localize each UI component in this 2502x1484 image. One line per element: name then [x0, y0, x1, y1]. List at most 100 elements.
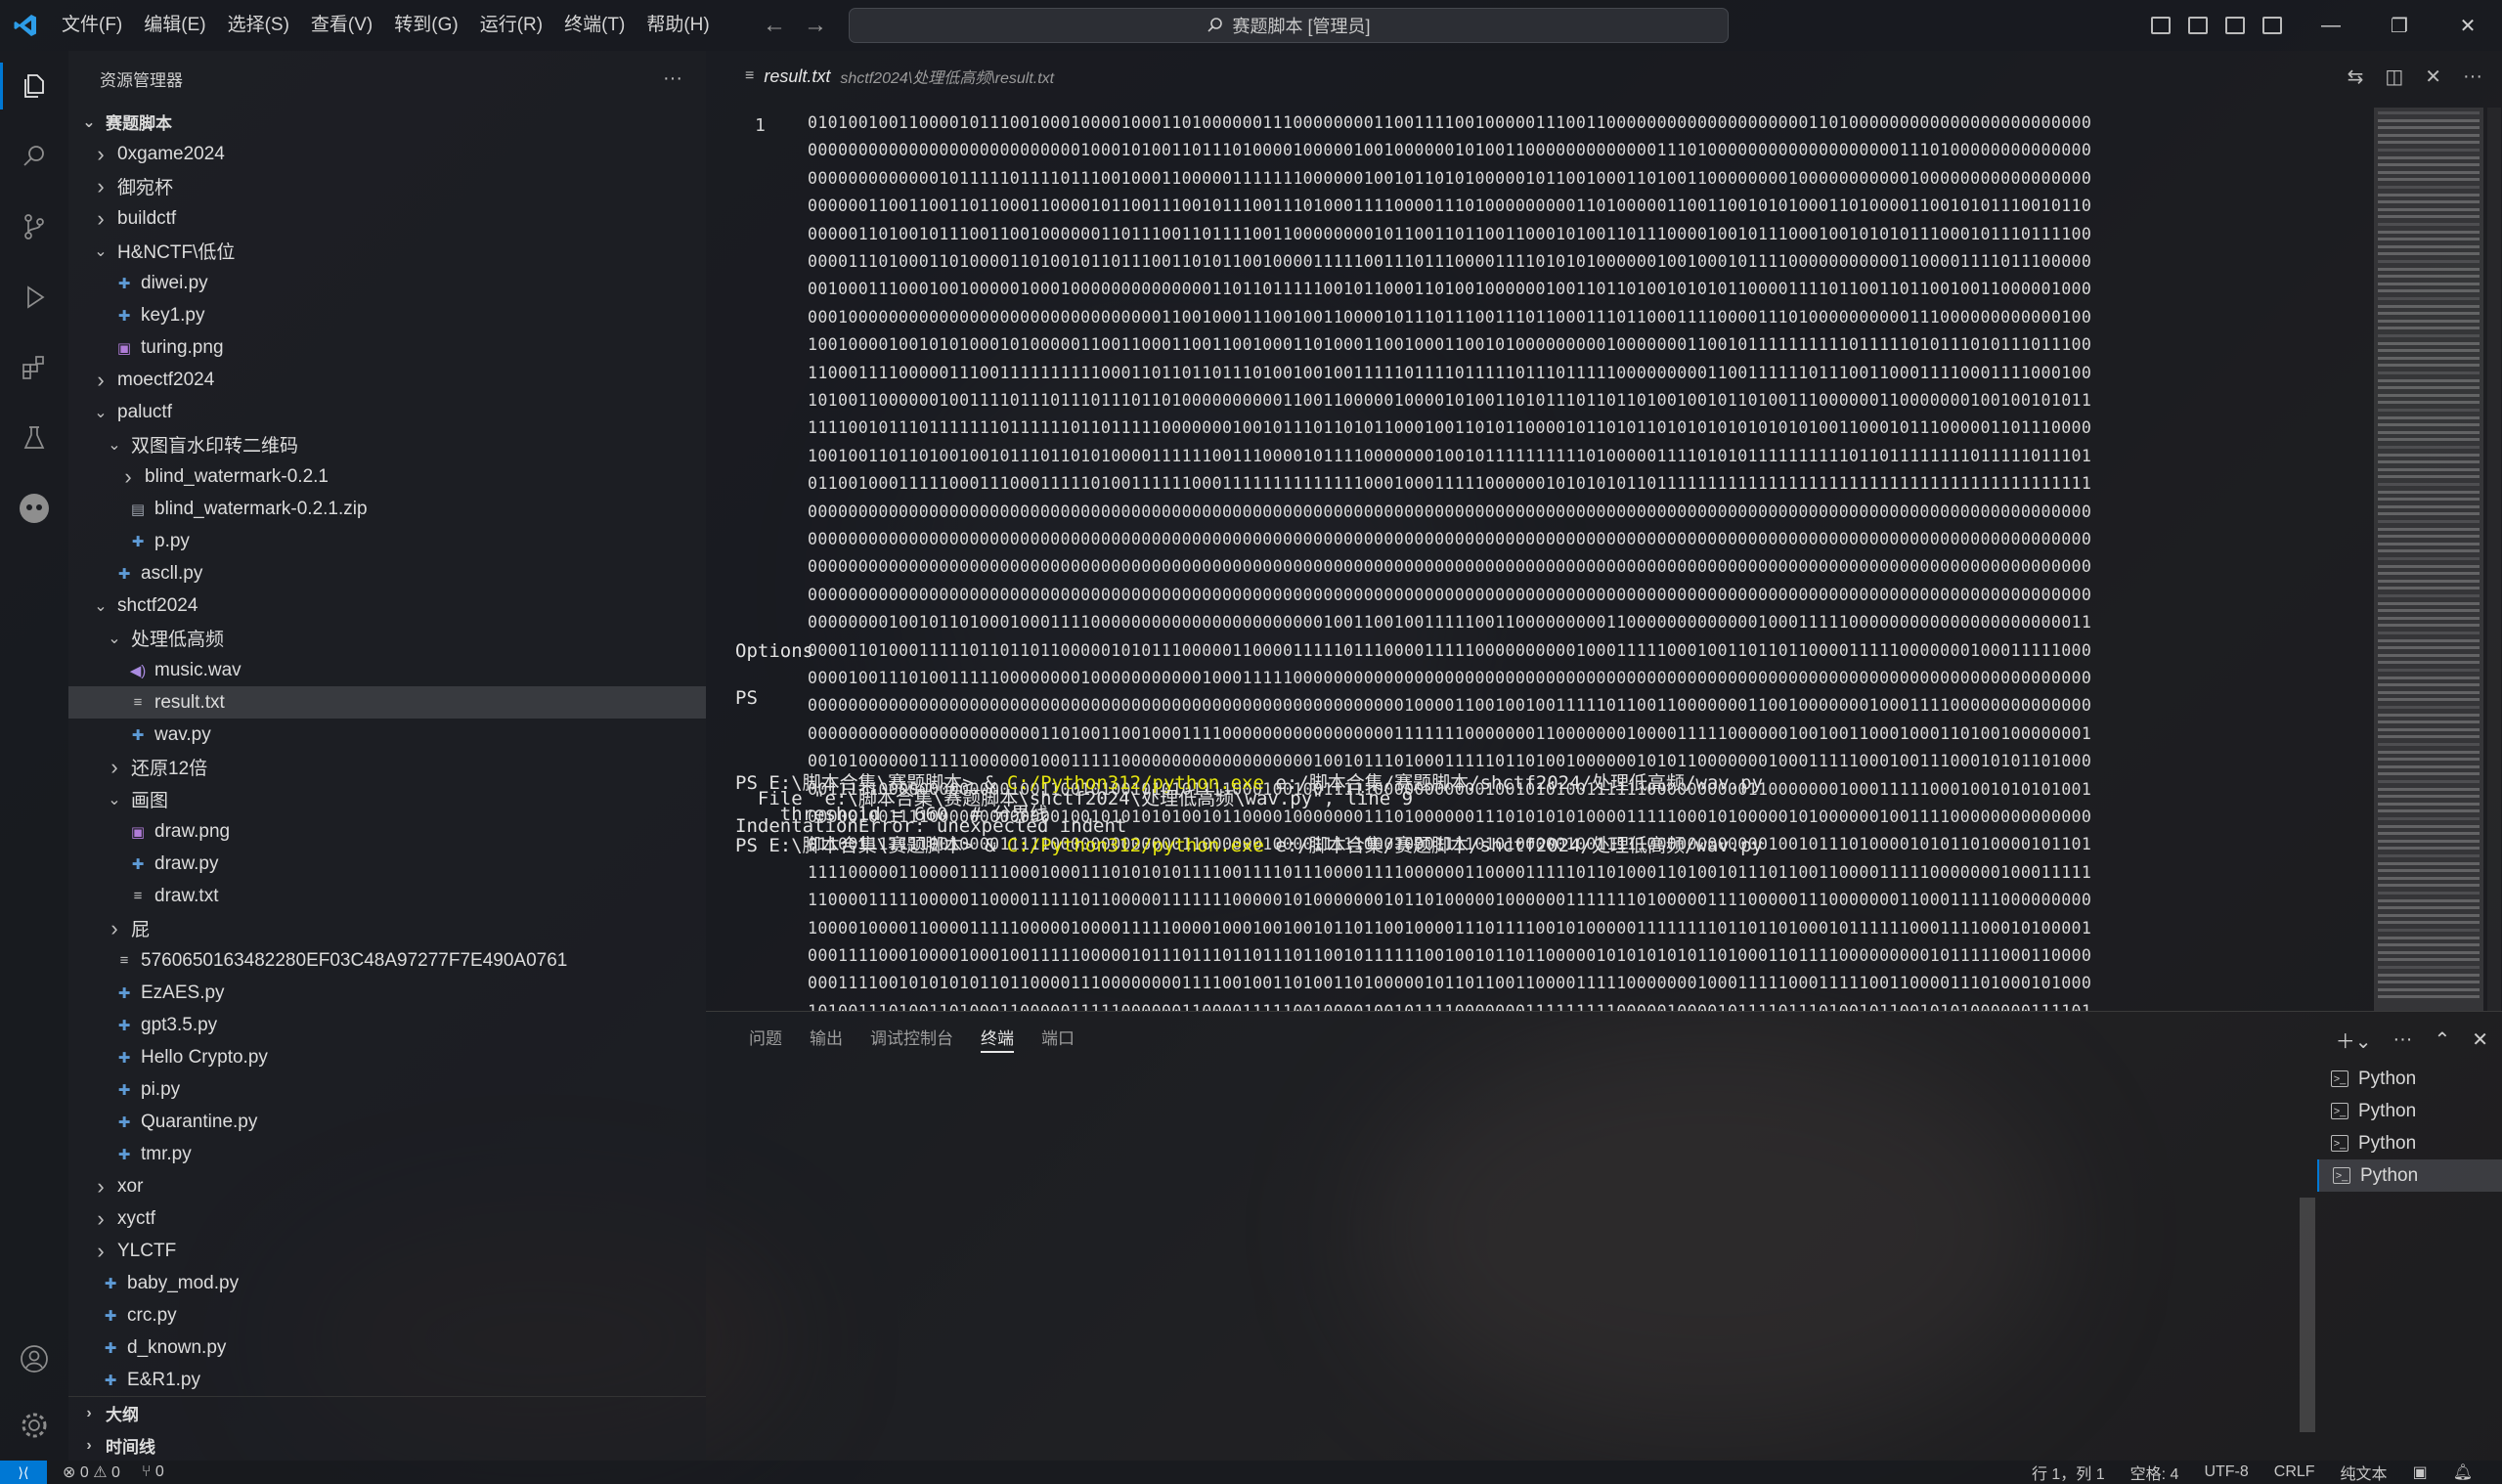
search-icon[interactable]: [0, 121, 68, 192]
tree-item[interactable]: ≡ 5760650163482280EF03C48A97277F7E490A076…: [68, 944, 706, 977]
tree-item[interactable]: ✚ gpt3.5.py: [68, 1009, 706, 1041]
tree-item[interactable]: ✚ draw.py: [68, 848, 706, 880]
sidebar-section-outline[interactable]: › 大纲: [68, 1397, 706, 1429]
tree-item[interactable]: ⌄ 处理低高频: [68, 622, 706, 654]
tree-item[interactable]: ✚ Hello Crypto.py: [68, 1041, 706, 1073]
maximize-panel-icon[interactable]: ⌃: [2434, 1027, 2450, 1052]
tree-item[interactable]: ✚ baby_mod.py: [68, 1267, 706, 1299]
tab-ports[interactable]: 端口: [1028, 1012, 1088, 1067]
tree-item[interactable]: › 还原12倍: [68, 751, 706, 783]
tree-item[interactable]: ⌄ H&NCTF\低位: [68, 235, 706, 267]
more-actions-icon[interactable]: ···: [2463, 65, 2482, 88]
tab-debug-console[interactable]: 调试控制台: [856, 1012, 967, 1067]
testing-flask-icon[interactable]: [0, 403, 68, 473]
tree-item[interactable]: › xor: [68, 1170, 706, 1202]
settings-gear-icon[interactable]: [0, 1390, 68, 1461]
restore-button[interactable]: ❐: [2365, 0, 2434, 51]
tree-item[interactable]: ◀) music.wav: [68, 654, 706, 686]
terminal-scrollbar[interactable]: [2300, 1198, 2315, 1432]
command-center-search[interactable]: 赛题脚本 [管理员]: [849, 8, 1729, 43]
tree-item[interactable]: ▣ turing.png: [68, 331, 706, 364]
tree-item[interactable]: ✚ wav.py: [68, 719, 706, 751]
minimize-button[interactable]: —: [2297, 0, 2365, 51]
explorer-icon[interactable]: [0, 51, 68, 121]
end-of-line[interactable]: CRLF: [2274, 1463, 2315, 1481]
tree-item[interactable]: ▤ blind_watermark-0.2.1.zip: [68, 493, 706, 525]
tree-item[interactable]: › xyctf: [68, 1202, 706, 1235]
toggle-secondary-sidebar-icon[interactable]: [2225, 17, 2245, 34]
source-control-icon[interactable]: [0, 192, 68, 262]
extensions-icon[interactable]: [0, 332, 68, 403]
sidebar-section-timeline[interactable]: › 时间线: [68, 1429, 706, 1462]
tree-item[interactable]: › buildctf: [68, 202, 706, 235]
more-actions-icon[interactable]: ···: [663, 67, 682, 90]
tree-item[interactable]: ✚ Quarantine.py: [68, 1106, 706, 1138]
more-actions-icon[interactable]: ···: [2392, 1028, 2412, 1051]
tree-item[interactable]: ✚ crc.py: [68, 1299, 706, 1331]
tree-item[interactable]: ✚ E&R1.py: [68, 1364, 706, 1396]
code-view[interactable]: 1 01010010011000010111001000100001000110…: [706, 106, 2368, 1011]
tab-terminal[interactable]: 终端: [967, 1012, 1028, 1067]
tree-item[interactable]: ✚ p.py: [68, 525, 706, 557]
terminal-instance[interactable]: >_ Python: [2317, 1095, 2502, 1127]
tree-item[interactable]: ✚ key1.py: [68, 299, 706, 331]
menu-item[interactable]: 查看(V): [300, 0, 383, 51]
editor-scrollbar[interactable]: [2487, 108, 2501, 1011]
compare-icon[interactable]: ⇆: [2348, 65, 2364, 89]
split-editor-icon[interactable]: ◫: [2385, 65, 2403, 89]
notifications-bell-icon[interactable]: 🔔︎: [2453, 1462, 2473, 1482]
tree-item[interactable]: ≡ draw.txt: [68, 880, 706, 912]
tab-output[interactable]: 输出: [796, 1012, 856, 1067]
tree-item[interactable]: ✚ tmr.py: [68, 1138, 706, 1170]
close-tab-icon[interactable]: ✕: [2425, 65, 2441, 89]
toggle-primary-sidebar-icon[interactable]: [2151, 17, 2171, 34]
account-icon[interactable]: [0, 1324, 68, 1394]
terminal-instance[interactable]: >_ Python: [2317, 1159, 2502, 1192]
menu-item[interactable]: 选择(S): [217, 0, 300, 51]
editor-tab-result-txt[interactable]: ≡ result.txt shctf2024\处理低高频\result.txt: [706, 51, 1054, 102]
minimap[interactable]: [2374, 108, 2483, 1011]
terminal-instance[interactable]: >_ Python: [2317, 1127, 2502, 1159]
toggle-panel-icon[interactable]: [2188, 17, 2208, 34]
customize-layout-icon[interactable]: [2262, 17, 2282, 34]
tree-item[interactable]: ⌄ shctf2024: [68, 589, 706, 622]
new-terminal-icon[interactable]: ＋⌄: [2336, 1026, 2372, 1054]
tree-item[interactable]: ✚ diwei.py: [68, 267, 706, 299]
menu-item[interactable]: 编辑(E): [133, 0, 216, 51]
tree-item[interactable]: › 0xgame2024: [68, 138, 706, 170]
problems-count[interactable]: ⊗ 0 ⚠ 0: [63, 1462, 120, 1482]
terminal-instance[interactable]: >_ Python: [2317, 1063, 2502, 1095]
tree-item[interactable]: ⌄ paluctf: [68, 396, 706, 428]
github-copilot-icon[interactable]: [0, 473, 68, 544]
encoding[interactable]: UTF-8: [2204, 1463, 2248, 1481]
tree-item[interactable]: ≡ result.txt: [68, 686, 706, 719]
tree-item[interactable]: ✚ pi.py: [68, 1073, 706, 1106]
back-arrow-icon[interactable]: ←: [763, 12, 786, 39]
tab-problems[interactable]: 问题: [735, 1012, 796, 1067]
tree-item[interactable]: ✚ EzAES.py: [68, 977, 706, 1009]
language-mode[interactable]: 纯文本: [2341, 1461, 2388, 1484]
tree-item[interactable]: › 御宛杯: [68, 170, 706, 202]
close-panel-icon[interactable]: ✕: [2472, 1027, 2488, 1052]
copilot-status-icon[interactable]: ▣: [2413, 1462, 2428, 1482]
menu-item[interactable]: 文件(F): [51, 0, 133, 51]
tree-item[interactable]: ⌄ 赛题脚本: [68, 106, 706, 138]
tree-item[interactable]: › moectf2024: [68, 364, 706, 396]
tree-item[interactable]: ✚ ascll.py: [68, 557, 706, 589]
tree-item[interactable]: › blind_watermark-0.2.1: [68, 460, 706, 493]
indentation[interactable]: 空格: 4: [2130, 1461, 2179, 1484]
forward-arrow-icon[interactable]: →: [804, 12, 827, 39]
ports-count[interactable]: ⑂ 0: [142, 1463, 164, 1481]
close-window-button[interactable]: ✕: [2434, 0, 2502, 51]
remote-indicator-icon[interactable]: ⟩⟨: [0, 1461, 47, 1484]
tree-item[interactable]: ▣ draw.png: [68, 815, 706, 848]
tree-item[interactable]: › YLCTF: [68, 1235, 706, 1267]
terminal-output[interactable]: Options PS PS E:\脚本合集\赛题脚本> & C:/Python312…: [735, 640, 2261, 1462]
menu-item[interactable]: 运行(R): [469, 0, 553, 51]
tree-item[interactable]: ⌄ 双图盲水印转二维码: [68, 428, 706, 460]
menu-item[interactable]: 转到(G): [383, 0, 468, 51]
run-debug-icon[interactable]: [0, 262, 68, 332]
tree-item[interactable]: › 屁: [68, 912, 706, 944]
tree-item[interactable]: ✚ d_known.py: [68, 1331, 706, 1364]
menu-item[interactable]: 帮助(H): [636, 0, 720, 51]
